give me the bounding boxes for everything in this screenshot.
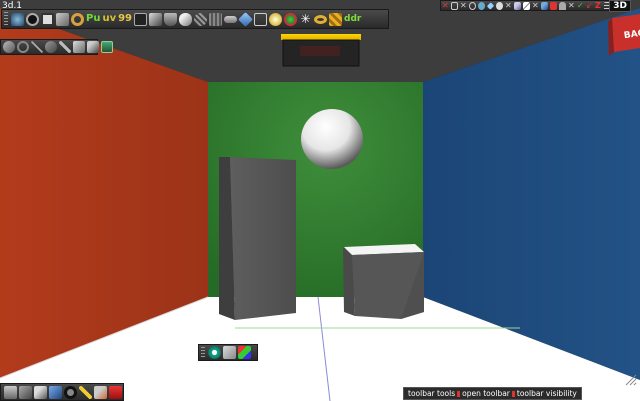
wand-icon[interactable] — [79, 385, 92, 399]
wire-icon[interactable] — [49, 385, 62, 399]
bulb-icon[interactable] — [269, 12, 283, 26]
arrow-red-icon[interactable]: ↙ — [586, 1, 593, 10]
diamond-icon[interactable] — [486, 1, 495, 10]
brush-icon[interactable] — [179, 12, 193, 26]
red-tool-icon[interactable] — [550, 1, 557, 10]
nodes-icon[interactable] — [496, 1, 503, 10]
ring3-icon[interactable] — [64, 385, 77, 399]
app-window: BACK 3d.1 Pu uv 99 ✳ ddr ✕ ✕ ✕ ✕ ✕ ✓ ↙ Z… — [0, 0, 640, 401]
status-open-toolbar[interactable]: open toolbar — [462, 389, 510, 399]
torus-icon[interactable] — [71, 12, 84, 26]
cube-icon[interactable] — [149, 12, 163, 26]
link-icon[interactable] — [469, 1, 476, 10]
texture-icon[interactable] — [209, 12, 223, 26]
tube-icon[interactable] — [224, 15, 238, 23]
resize-grip-icon[interactable] — [624, 373, 638, 387]
hand-icon[interactable] — [3, 41, 15, 53]
globe-icon[interactable] — [478, 1, 485, 10]
coord-icon[interactable] — [451, 1, 458, 10]
film-icon[interactable] — [134, 12, 148, 26]
status-separator-icon — [457, 390, 461, 397]
right-toolbar: ✕ ✕ ✕ ✕ ✕ ✓ ↙ Z — [440, 0, 611, 11]
x-axis-icon[interactable]: ✕ — [442, 1, 449, 10]
hammer-icon[interactable] — [94, 385, 107, 399]
status-toolbar-tools[interactable]: toolbar tools — [408, 389, 455, 399]
ring2-icon[interactable] — [17, 41, 29, 53]
edit-icon[interactable] — [34, 385, 47, 399]
top-toolbar: Pu uv 99 ✳ ddr — [1, 9, 389, 29]
earth-icon[interactable] — [284, 12, 298, 26]
scale-icon[interactable] — [59, 41, 71, 53]
pu-icon[interactable]: Pu — [86, 13, 100, 25]
nine-nine-icon[interactable]: 99 — [118, 13, 132, 25]
star-icon[interactable]: ✳ — [299, 13, 312, 26]
uv-icon[interactable]: uv — [102, 13, 116, 25]
check-icon[interactable]: ✓ — [577, 1, 584, 10]
mid-toolbar — [198, 344, 258, 361]
shape-icon[interactable] — [223, 346, 236, 359]
pivot-icon[interactable] — [73, 41, 85, 53]
pencil-icon[interactable] — [541, 1, 548, 10]
gem-icon[interactable] — [238, 11, 253, 27]
grid-icon[interactable] — [329, 12, 343, 26]
ddr-icon[interactable]: ddr — [344, 13, 361, 25]
toolbar-grip-icon[interactable] — [4, 12, 8, 26]
status-bar: toolbar tools open toolbar toolbar visib… — [403, 387, 582, 400]
status-separator-icon — [511, 390, 515, 397]
arrow-icon[interactable] — [56, 12, 69, 26]
ceiling-light — [281, 34, 361, 40]
x4-icon[interactable]: ✕ — [532, 1, 539, 10]
tools-icon[interactable] — [87, 41, 99, 53]
lock-icon[interactable] — [559, 1, 566, 10]
camera-icon[interactable] — [11, 12, 24, 26]
pen-icon[interactable] — [514, 1, 521, 10]
z-icon[interactable]: Z — [595, 1, 602, 10]
axis-icon[interactable] — [31, 41, 43, 53]
rgb-cube-icon[interactable] — [238, 346, 251, 359]
diag-icon[interactable] — [523, 1, 530, 10]
paint-icon[interactable] — [19, 385, 32, 399]
status-toolbar-visibility[interactable]: toolbar visibility — [517, 389, 577, 399]
tall-box[interactable] — [230, 157, 296, 320]
mode-badge[interactable]: 3D — [609, 0, 631, 12]
toolbar-grip-icon[interactable] — [201, 346, 205, 359]
x2-icon[interactable]: ✕ — [460, 1, 467, 10]
x3-icon[interactable]: ✕ — [505, 1, 512, 10]
cup-icon[interactable] — [164, 12, 178, 26]
square-icon[interactable] — [254, 12, 268, 26]
rotate-icon[interactable] — [45, 41, 57, 53]
left-toolbar — [0, 39, 113, 55]
sphere-object[interactable] — [301, 109, 363, 169]
ring-icon[interactable] — [314, 14, 328, 24]
select-icon[interactable] — [41, 12, 54, 26]
x5-icon[interactable]: ✕ — [568, 1, 575, 10]
display-icon[interactable] — [4, 385, 17, 399]
toolbox-icon[interactable] — [109, 385, 122, 399]
sphere-icon[interactable] — [194, 12, 208, 26]
eye-icon[interactable] — [208, 346, 221, 359]
screen-icon[interactable] — [101, 41, 113, 53]
lookat-icon[interactable] — [26, 12, 39, 26]
bottom-toolbar — [0, 383, 124, 401]
3d-viewport[interactable]: BACK — [0, 0, 640, 401]
